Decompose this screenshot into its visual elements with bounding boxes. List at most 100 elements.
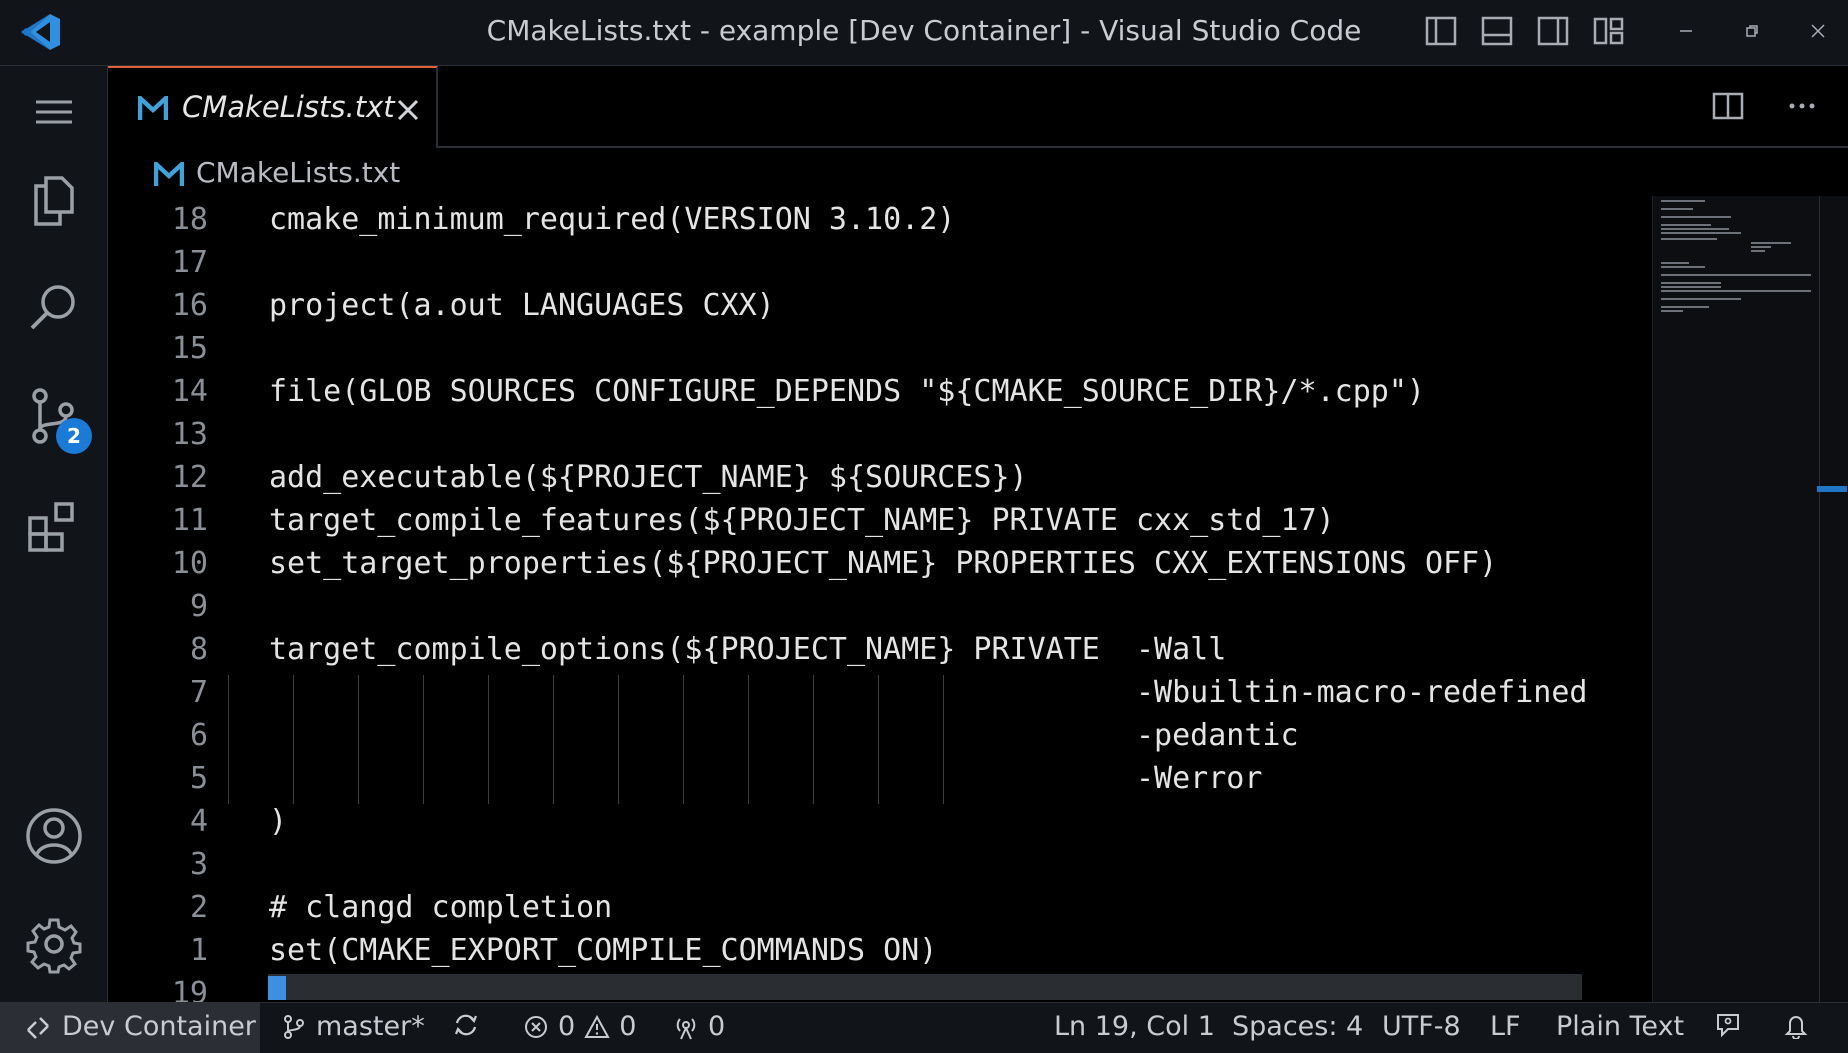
branch-label: master* bbox=[316, 1011, 425, 1042]
indent-guide bbox=[943, 675, 944, 804]
code-line: 11 target_compile_features(${PROJECT_NAME… bbox=[108, 503, 1652, 546]
line-text: ) bbox=[269, 804, 288, 839]
toggle-primary-sidebar-icon[interactable] bbox=[1424, 14, 1458, 48]
indent-guide bbox=[813, 675, 814, 804]
line-number: 5 bbox=[189, 761, 208, 796]
text-cursor bbox=[268, 976, 286, 1000]
activity-bar: 2 bbox=[0, 66, 108, 1002]
sync-button[interactable] bbox=[452, 1011, 480, 1039]
code-line: 15 bbox=[108, 331, 1652, 374]
indent-guide bbox=[358, 675, 359, 804]
customize-layout-icon[interactable] bbox=[1592, 14, 1626, 48]
indent-guide bbox=[423, 675, 424, 804]
cursor-position[interactable]: Ln 19, Col 1 bbox=[1054, 1011, 1215, 1042]
indentation[interactable]: Spaces: 4 bbox=[1232, 1011, 1363, 1042]
indent-guide bbox=[878, 675, 879, 804]
restore-icon[interactable] bbox=[1742, 21, 1762, 41]
tab-cmakelists[interactable]: CMakeLists.txt bbox=[108, 66, 438, 148]
search-button[interactable] bbox=[22, 276, 86, 340]
indent-guide bbox=[228, 675, 229, 804]
line-text: file(GLOB SOURCES CONFIGURE_DEPENDS "${C… bbox=[269, 374, 1425, 409]
close-icon[interactable] bbox=[394, 96, 422, 124]
line-text: target_compile_options(${PROJECT_NAME} P… bbox=[269, 632, 1227, 667]
accounts-button[interactable] bbox=[22, 804, 86, 868]
indent-guide bbox=[618, 675, 619, 804]
menu-icon bbox=[36, 100, 72, 124]
close-window-icon[interactable] bbox=[1808, 21, 1828, 41]
code-line: 14 file(GLOB SOURCES CONFIGURE_DEPENDS "$… bbox=[108, 374, 1652, 417]
code-line: 1 set(CMAKE_EXPORT_COMPILE_COMMANDS ON) bbox=[108, 933, 1652, 976]
minimap[interactable] bbox=[1652, 196, 1848, 1002]
line-text: target_compile_features(${PROJECT_NAME} … bbox=[269, 503, 1335, 538]
encoding-label: UTF-8 bbox=[1382, 1011, 1461, 1042]
error-count: 0 bbox=[558, 1011, 576, 1042]
encoding[interactable]: UTF-8 bbox=[1382, 1011, 1461, 1042]
search-icon bbox=[30, 285, 75, 330]
line-number: 19 bbox=[171, 976, 208, 1002]
title-bar: CMakeLists.txt - example [Dev Container]… bbox=[0, 0, 1848, 66]
ports-count: 0 bbox=[708, 1011, 726, 1042]
minimap-scrollbar bbox=[1819, 196, 1820, 1002]
line-number: 12 bbox=[171, 460, 208, 495]
line-number: 9 bbox=[189, 589, 208, 624]
more-actions-icon[interactable] bbox=[1784, 88, 1820, 124]
minimize-icon[interactable] bbox=[1676, 21, 1696, 41]
menu-button[interactable] bbox=[22, 80, 86, 144]
account-icon bbox=[26, 808, 82, 864]
status-bar: Dev Container master* 0 0 0 Ln 19, Col 1… bbox=[0, 1002, 1848, 1053]
language-mode[interactable]: Plain Text bbox=[1556, 1011, 1684, 1042]
horizontal-scrollbar[interactable] bbox=[268, 974, 1582, 1000]
minimap-slider[interactable] bbox=[1817, 486, 1847, 492]
code-line: 16 project(a.out LANGUAGES CXX) bbox=[108, 288, 1652, 331]
toggle-panel-icon[interactable] bbox=[1480, 14, 1514, 48]
remote-indicator[interactable]: Dev Container bbox=[0, 1003, 260, 1053]
warning-icon bbox=[584, 1014, 610, 1038]
remote-icon bbox=[27, 1017, 49, 1039]
line-number: 4 bbox=[189, 804, 208, 839]
notifications-button[interactable] bbox=[1782, 1011, 1810, 1039]
bell-icon bbox=[1784, 1016, 1808, 1039]
scm-badge: 2 bbox=[56, 418, 92, 454]
code-line: 17 bbox=[108, 245, 1652, 288]
remote-label: Dev Container bbox=[62, 1011, 256, 1042]
breadcrumb[interactable]: CMakeLists.txt bbox=[108, 150, 1648, 196]
tab-bar: CMakeLists.txt bbox=[108, 66, 1848, 148]
line-number: 1 bbox=[189, 933, 208, 968]
problems-indicator[interactable]: 0 0 bbox=[522, 1011, 636, 1042]
code-line: 5 -Werror bbox=[108, 761, 1652, 804]
line-number: 17 bbox=[171, 245, 208, 280]
ports-indicator[interactable]: 0 bbox=[672, 1011, 725, 1042]
line-number: 7 bbox=[189, 675, 208, 710]
code-line: 6 -pedantic bbox=[108, 718, 1652, 761]
explorer-icon bbox=[34, 176, 74, 226]
code-line: 12 add_executable(${PROJECT_NAME} ${SOURC… bbox=[108, 460, 1652, 503]
language-label: Plain Text bbox=[1556, 1011, 1685, 1042]
line-number: 16 bbox=[171, 288, 208, 323]
warning-count: 0 bbox=[619, 1011, 637, 1042]
split-editor-icon[interactable] bbox=[1710, 88, 1746, 124]
line-text: -Wbuiltin-macro-redefined bbox=[269, 675, 1588, 710]
code-line: 13 bbox=[108, 417, 1652, 460]
code-line: 4) bbox=[108, 804, 1652, 847]
line-text: set_target_properties(${PROJECT_NAME} PR… bbox=[269, 546, 1498, 581]
end-of-line[interactable]: LF bbox=[1490, 1011, 1521, 1042]
git-branch-icon bbox=[284, 1014, 304, 1039]
error-icon bbox=[525, 1015, 547, 1038]
code-line: 2 # clangd completion bbox=[108, 890, 1652, 933]
line-text: set(CMAKE_EXPORT_COMPILE_COMMANDS ON) bbox=[269, 933, 938, 968]
line-number: 11 bbox=[171, 503, 208, 538]
settings-button[interactable] bbox=[22, 912, 86, 976]
branch-indicator[interactable]: master* bbox=[280, 1011, 425, 1042]
line-number: 8 bbox=[189, 632, 208, 667]
line-number: 2 bbox=[189, 890, 208, 925]
extensions-button[interactable] bbox=[22, 494, 86, 558]
code-line: 8 target_compile_options(${PROJECT_NAME} … bbox=[108, 632, 1652, 675]
line-number: 14 bbox=[171, 374, 208, 409]
feedback-button[interactable] bbox=[1714, 1011, 1742, 1039]
toggle-secondary-sidebar-icon[interactable] bbox=[1536, 14, 1570, 48]
line-number: 6 bbox=[189, 718, 208, 753]
explorer-button[interactable] bbox=[22, 168, 86, 232]
code-editor[interactable]: 18 cmake_minimum_required(VERSION 3.10.2)… bbox=[108, 196, 1652, 1002]
line-text: project(a.out LANGUAGES CXX) bbox=[269, 288, 775, 323]
code-line: 7 -Wbuiltin-macro-redefined bbox=[108, 675, 1652, 718]
